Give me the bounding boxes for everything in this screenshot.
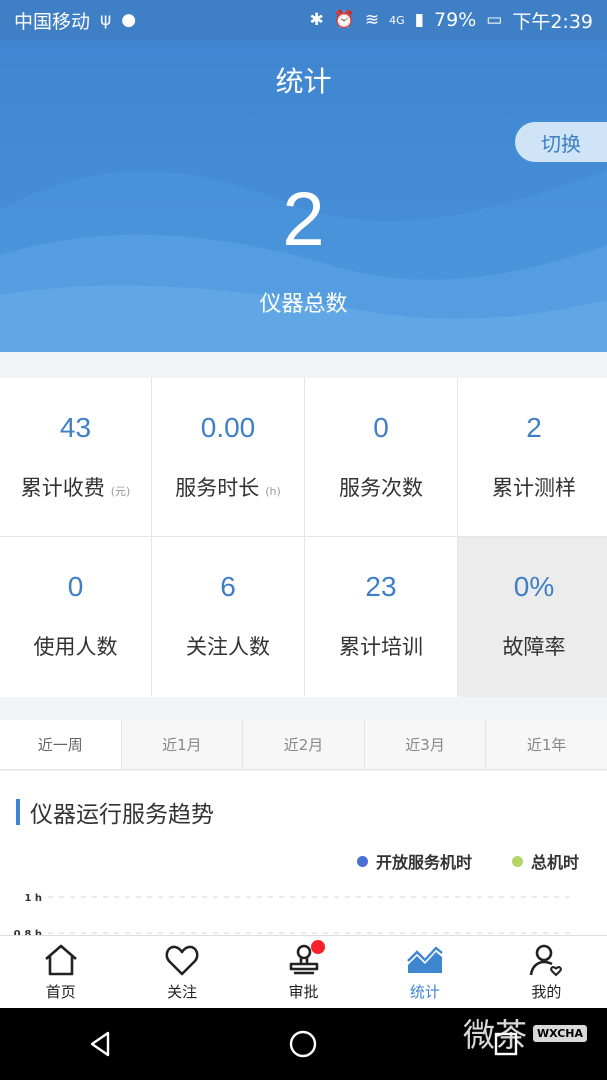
y-tick-label: 1 h [24, 893, 42, 904]
tab-mine[interactable]: 我的 [486, 936, 607, 1008]
legend-label: 开放服务机时 [375, 853, 472, 872]
stat-value: 2 [526, 412, 542, 443]
tab-label: 统计 [409, 982, 440, 1001]
stat-label-wrap: 关注人数 [186, 631, 270, 661]
stat-unit: (h) [265, 485, 281, 498]
stat-service-count[interactable]: 0 服务次数 [305, 378, 457, 536]
back-triangle-icon [90, 1031, 110, 1057]
signal-icon: ▮ [414, 10, 425, 30]
tab-label: 审批 [288, 982, 319, 1001]
stat-label: 服务次数 [339, 476, 423, 500]
tab-statistics[interactable]: 统计 [364, 936, 485, 1008]
clock: 下午2:39 [512, 10, 593, 33]
stat-label: 使用人数 [33, 635, 118, 659]
usb-icon: ψ [100, 10, 112, 30]
stat-service-duration[interactable]: 0.00 服务时长 (h) [152, 378, 304, 536]
stat-label-wrap: 服务时长 (h) [175, 472, 281, 502]
tab-home[interactable]: 首页 [0, 936, 121, 1008]
stat-value: 43 [59, 412, 92, 443]
tab-last-1-year[interactable]: 近1年 [486, 720, 607, 769]
title-accent-bar [16, 799, 20, 825]
chart-title: 仪器运行服务趋势 [30, 802, 214, 828]
time-range-tabs: 近一周 近1月 近2月 近3月 近1年 [0, 720, 607, 770]
tab-last-3-months[interactable]: 近3月 [364, 720, 487, 769]
status-bar: 中国移动 ψ ● ✱ ⏰ ≋ 4G ▮ 79% ▭ 下午2:39 [0, 0, 607, 40]
stat-value: 6 [220, 571, 236, 602]
stat-label: 累计测样 [492, 476, 576, 500]
watermark: 微茶 WXCHA [463, 1010, 587, 1056]
alarm-icon: ⏰ [333, 10, 355, 30]
stat-total-training[interactable]: 23 累计培训 [305, 537, 457, 697]
chart-legend: 开放服务机时 总机时 [356, 849, 579, 873]
notification-badge [310, 940, 325, 954]
stat-unit: (元) [110, 485, 131, 498]
stat-follower-count[interactable]: 6 关注人数 [152, 537, 304, 697]
stat-user-count[interactable]: 0 使用人数 [0, 537, 151, 697]
stat-failure-rate[interactable]: 0% 故障率 [458, 537, 607, 697]
stat-total-fee[interactable]: 43 累计收费 (元) [0, 378, 151, 536]
battery-percent: 79% [434, 9, 477, 31]
bottom-tab-bar: 首页 关注 审批 统计 我的 [0, 935, 607, 1008]
tab-label: 关注 [167, 982, 198, 1001]
back-button[interactable] [71, 1014, 131, 1074]
stats-header: 统计 切换 2 仪器总数 [0, 40, 607, 352]
tab-last-week[interactable]: 近一周 [0, 720, 122, 769]
tab-last-1-month[interactable]: 近1月 [121, 720, 244, 769]
stat-label-wrap: 服务次数 [339, 472, 423, 502]
tab-label: 首页 [45, 982, 76, 1001]
home-nav-button[interactable] [273, 1014, 333, 1074]
carrier-name: 中国移动 [14, 10, 91, 33]
legend-dot [356, 855, 368, 867]
stat-value: 23 [365, 571, 397, 602]
stat-label: 故障率 [502, 635, 566, 659]
stat-label: 关注人数 [186, 635, 270, 659]
tab-label: 我的 [531, 982, 562, 1001]
chart-icon [407, 945, 443, 973]
stat-label-wrap: 累计收费 (元) [21, 472, 131, 502]
stat-label-wrap: 累计测样 [492, 472, 576, 502]
stat-label: 累计收费 [20, 476, 105, 500]
bluetooth-icon: ✱ [309, 10, 324, 30]
home-icon [44, 944, 77, 975]
message-icon: ● [121, 10, 137, 30]
tab-approval[interactable]: 审批 [243, 936, 364, 1008]
instrument-total-count: 2 [282, 177, 325, 262]
stat-value: 0 [373, 412, 389, 443]
network-type: 4G [389, 13, 405, 27]
watermark-text: 微茶 [462, 1016, 527, 1054]
chart-title-wrap: 仪器运行服务趋势 [16, 795, 214, 829]
home-circle-icon [290, 1030, 317, 1058]
page-title: 统计 [275, 65, 332, 98]
stat-label: 服务时长 [175, 476, 260, 500]
legend-dot [511, 855, 523, 867]
legend-total-hours[interactable]: 总机时 [511, 849, 579, 873]
trend-chart: 1 h0.8 h [14, 893, 575, 935]
trend-chart-panel: 仪器运行服务趋势 开放服务机时 总机时 1 h 0.8 h [0, 771, 607, 935]
battery-icon: ▭ [486, 10, 503, 30]
stat-value: 0% [513, 571, 555, 602]
tab-last-2-months[interactable]: 近2月 [243, 720, 365, 769]
instrument-total-label: 仪器总数 [259, 292, 348, 317]
stats-grid: 43 累计收费 (元) 0.00 服务时长 (h) 0 服务次数 2 累计测样 0 … [0, 378, 607, 697]
switch-button[interactable]: 切换 [515, 122, 607, 162]
user-icon [530, 944, 563, 976]
stat-label: 累计培训 [339, 635, 423, 659]
stat-total-samples[interactable]: 2 累计测样 [458, 378, 607, 536]
heart-icon [165, 945, 199, 975]
watermark-tag: WXCHA [532, 1024, 587, 1042]
wifi-icon: ≋ [364, 10, 380, 30]
legend-label: 总机时 [530, 853, 579, 872]
stat-value: 0 [67, 571, 84, 602]
stat-label-wrap: 累计培训 [339, 631, 423, 661]
stat-value: 0.00 [200, 412, 256, 443]
tab-follow[interactable]: 关注 [121, 936, 242, 1008]
stat-label-wrap: 使用人数 [34, 631, 118, 661]
legend-open-service-hours[interactable]: 开放服务机时 [356, 849, 472, 873]
stat-label-wrap: 故障率 [503, 631, 566, 661]
